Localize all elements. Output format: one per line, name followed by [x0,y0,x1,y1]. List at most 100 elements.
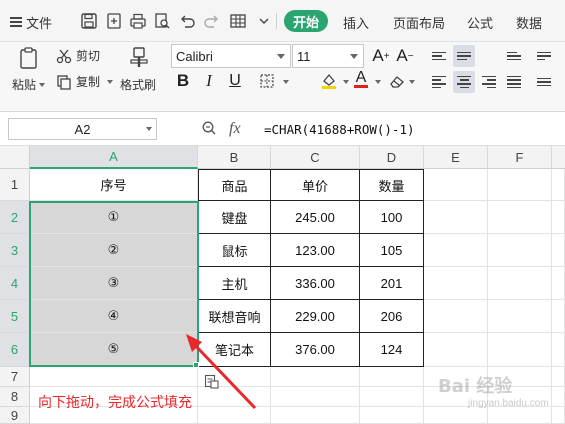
file-menu[interactable]: 文件 [10,12,52,32]
font-color-button[interactable]: A [350,68,372,90]
empty-cell[interactable] [552,387,565,407]
align-bottom-button[interactable] [503,45,525,67]
data-cell-seq[interactable]: ③ [30,267,198,300]
redo-icon[interactable] [203,12,221,30]
empty-cell[interactable] [552,169,565,201]
empty-cell[interactable] [271,367,360,387]
empty-cell[interactable] [552,234,565,267]
customize-dropdown-icon[interactable] [255,12,273,30]
data-cell-qty[interactable]: 206 [360,300,424,333]
empty-cell[interactable] [198,407,271,424]
data-cell-qty[interactable]: 105 [360,234,424,267]
empty-cell[interactable] [360,367,424,387]
header-cell-price[interactable]: 单价 [271,169,360,201]
empty-cell[interactable] [552,407,565,424]
empty-cell[interactable] [424,201,488,234]
data-cell-seq[interactable]: ⑤ [30,333,198,367]
tab-data[interactable]: 数据 [516,12,542,32]
format-painter-button[interactable]: 格式刷 [120,76,156,93]
tab-home[interactable]: 开始 [284,10,328,32]
row-header-9[interactable]: 9 [0,407,30,424]
column-header-f[interactable]: F [488,146,552,169]
italic-button[interactable]: I [198,70,220,92]
print-preview-icon[interactable] [153,12,171,30]
fill-handle[interactable] [193,362,199,368]
empty-cell[interactable] [552,367,565,387]
row-header-4[interactable]: 4 [0,267,30,300]
bold-button[interactable]: B [172,70,194,92]
empty-cell[interactable] [552,201,565,234]
column-header-e[interactable]: E [424,146,488,169]
empty-cell[interactable] [424,267,488,300]
data-cell-qty[interactable]: 124 [360,333,424,367]
border-icon[interactable] [256,70,278,92]
copy-button[interactable]: 复制 [56,73,114,90]
empty-cell[interactable] [271,407,360,424]
save-icon[interactable] [80,12,98,30]
align-top-button[interactable] [428,45,450,67]
zoom-icon[interactable] [201,120,217,136]
paste-button[interactable]: 粘贴 [12,76,46,93]
print-icon[interactable] [129,12,147,30]
distribute-button[interactable] [533,71,555,93]
data-cell-seq[interactable]: ④ [30,300,198,333]
align-middle-button[interactable] [453,45,475,67]
empty-cell[interactable] [271,387,360,407]
table-format-icon[interactable] [229,12,247,30]
column-header-d[interactable]: D [360,146,424,169]
data-cell-product[interactable]: 键盘 [198,201,271,234]
row-header-7[interactable]: 7 [0,367,30,387]
data-cell-qty[interactable]: 201 [360,267,424,300]
spreadsheet-grid[interactable]: A B C D E F 1 2 3 4 5 6 7 8 9 序号 商品 单价 数… [0,146,565,424]
export-icon[interactable] [105,12,123,30]
column-header-b[interactable]: B [198,146,271,169]
underline-button[interactable]: U [224,70,246,92]
align-center-button[interactable] [453,71,475,93]
empty-cell[interactable] [360,407,424,424]
data-cell-seq[interactable]: ① [30,201,198,234]
paste-icon[interactable] [18,46,40,70]
cut-button[interactable]: 剪切 [56,47,100,64]
grow-font-button[interactable]: A + [370,45,392,67]
empty-cell[interactable] [424,407,488,424]
empty-cell[interactable] [424,300,488,333]
empty-cell[interactable] [424,234,488,267]
empty-cell[interactable] [488,407,552,424]
data-cell-product[interactable]: 联想音响 [198,300,271,333]
data-cell-price[interactable]: 245.00 [271,201,360,234]
eraser-icon[interactable] [386,70,408,92]
data-cell-qty[interactable]: 100 [360,201,424,234]
data-cell-product[interactable]: 鼠标 [198,234,271,267]
auto-fill-options-icon[interactable] [204,374,220,390]
shrink-font-button[interactable]: A − [394,45,416,67]
data-cell-price[interactable]: 229.00 [271,300,360,333]
data-cell-product[interactable]: 主机 [198,267,271,300]
align-right-button[interactable] [478,71,500,93]
row-header-8[interactable]: 8 [0,387,30,407]
tab-formulas[interactable]: 公式 [467,12,493,32]
empty-cell[interactable] [488,234,552,267]
column-header-a[interactable]: A [30,146,198,169]
font-size-select[interactable]: 11 [292,44,364,68]
justify-button[interactable] [503,71,525,93]
fx-icon[interactable]: fx [229,120,241,138]
row-header-3[interactable]: 3 [0,234,30,267]
empty-cell[interactable] [360,387,424,407]
header-cell-seq[interactable]: 序号 [30,169,198,201]
wrap-text-button[interactable] [533,45,555,67]
row-header-6[interactable]: 6 [0,333,30,367]
empty-cell[interactable] [488,169,552,201]
undo-icon[interactable] [178,12,196,30]
row-header-1[interactable]: 1 [0,169,30,201]
empty-cell[interactable] [488,267,552,300]
empty-cell[interactable] [424,333,488,367]
column-header-g[interactable] [552,146,565,169]
data-cell-price[interactable]: 376.00 [271,333,360,367]
empty-cell[interactable] [30,367,198,387]
fill-color-icon[interactable] [318,70,340,92]
row-header-2[interactable]: 2 [0,201,30,234]
empty-cell[interactable] [552,300,565,333]
format-painter-icon[interactable] [128,46,150,70]
empty-cell[interactable] [488,333,552,367]
empty-cell[interactable] [552,267,565,300]
